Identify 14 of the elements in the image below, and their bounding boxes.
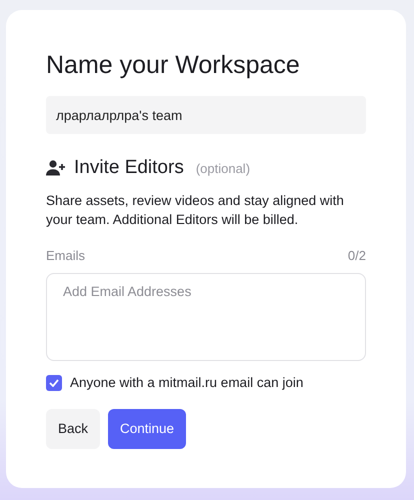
checkbox-label: Anyone with a mitmail.ru email can join (70, 374, 304, 392)
workspace-name-field[interactable]: лрарлалрлра's team (46, 96, 366, 134)
description-text: Share assets, review videos and stay aligned with your team. Additional Editors will be billed. (46, 192, 345, 230)
back-button[interactable]: Back (46, 409, 100, 450)
add-user-icon (46, 160, 66, 176)
page-title: Name your Workspace (46, 50, 301, 80)
check-icon (49, 379, 59, 388)
optional-note: (optional) (196, 160, 250, 178)
emails-field[interactable]: Add Email Addresses (46, 273, 366, 362)
section-heading: Invite Editors (74, 156, 184, 180)
field-label: Emails (46, 246, 86, 265)
checkbox[interactable] (46, 375, 62, 392)
email-count: 0/2 (348, 246, 366, 265)
continue-button[interactable]: Continue (108, 409, 186, 450)
